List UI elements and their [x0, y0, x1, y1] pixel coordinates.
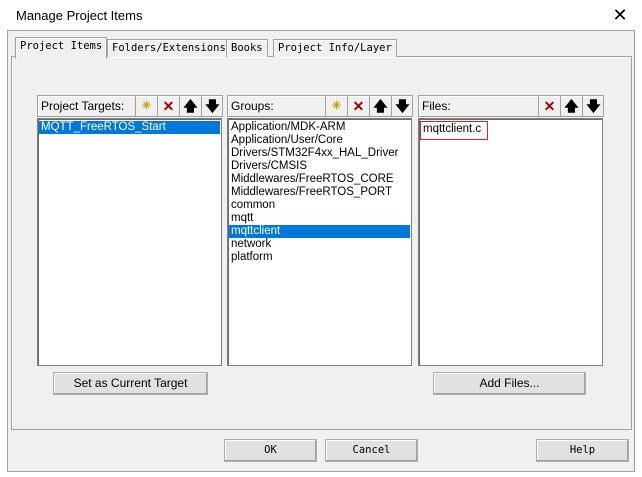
- list-item[interactable]: platform: [229, 251, 410, 264]
- list-item[interactable]: Application/MDK-ARM: [229, 121, 410, 134]
- groups-header: Groups: ✳ ✕ 🡅 🡇: [227, 95, 413, 117]
- move-up-icon[interactable]: 🡅: [179, 96, 201, 116]
- list-item[interactable]: mqttclient.c: [420, 121, 489, 140]
- tab-folders-extensions[interactable]: Folders/Extensions: [107, 39, 231, 57]
- groups-label: Groups:: [231, 99, 274, 113]
- list-item[interactable]: Drivers/CMSIS: [229, 160, 410, 173]
- files-list[interactable]: mqttclient.c: [418, 118, 603, 366]
- list-item[interactable]: network: [229, 238, 410, 251]
- delete-file-icon[interactable]: ✕: [538, 96, 560, 116]
- files-header: Files: ✕ 🡅 🡇: [418, 95, 604, 117]
- window-title: Manage Project Items: [16, 8, 143, 23]
- list-item[interactable]: Middlewares/FreeRTOS_PORT: [229, 186, 410, 199]
- help-button[interactable]: Help: [536, 439, 629, 462]
- move-down-icon[interactable]: 🡇: [201, 96, 223, 116]
- tab-project-info-layer[interactable]: Project Info/Layer: [273, 39, 397, 57]
- list-item[interactable]: Application/User/Core: [229, 134, 410, 147]
- targets-header: Project Targets: ✳ ✕ 🡅 🡇: [37, 95, 223, 117]
- move-down-icon[interactable]: 🡇: [582, 96, 604, 116]
- new-group-icon[interactable]: ✳: [325, 96, 347, 116]
- list-item[interactable]: MQTT_FreeRTOS_Start: [39, 121, 220, 134]
- list-item[interactable]: Drivers/STM32F4xx_HAL_Driver: [229, 147, 410, 160]
- groups-list[interactable]: Application/MDK-ARM Application/User/Core…: [227, 118, 412, 366]
- cancel-button[interactable]: Cancel: [325, 439, 418, 462]
- tab-project-items[interactable]: Project Items: [15, 37, 108, 59]
- move-up-icon[interactable]: 🡅: [369, 96, 391, 116]
- move-up-icon[interactable]: 🡅: [560, 96, 582, 116]
- add-files-button[interactable]: Add Files...: [433, 372, 586, 395]
- list-item[interactable]: mqtt: [229, 212, 410, 225]
- ok-button[interactable]: OK: [224, 439, 317, 462]
- targets-label: Project Targets:: [41, 99, 125, 113]
- set-current-target-button[interactable]: Set as Current Target: [53, 372, 208, 395]
- files-label: Files:: [422, 99, 451, 113]
- new-target-icon[interactable]: ✳: [135, 96, 157, 116]
- list-item[interactable]: Middlewares/FreeRTOS_CORE: [229, 173, 410, 186]
- delete-group-icon[interactable]: ✕: [347, 96, 369, 116]
- list-item[interactable]: common: [229, 199, 410, 212]
- move-down-icon[interactable]: 🡇: [391, 96, 413, 116]
- targets-list[interactable]: MQTT_FreeRTOS_Start: [37, 118, 222, 366]
- delete-target-icon[interactable]: ✕: [157, 96, 179, 116]
- close-button[interactable]: ✕: [608, 3, 632, 27]
- list-item[interactable]: mqttclient: [229, 225, 410, 238]
- tab-books[interactable]: Books: [226, 39, 268, 57]
